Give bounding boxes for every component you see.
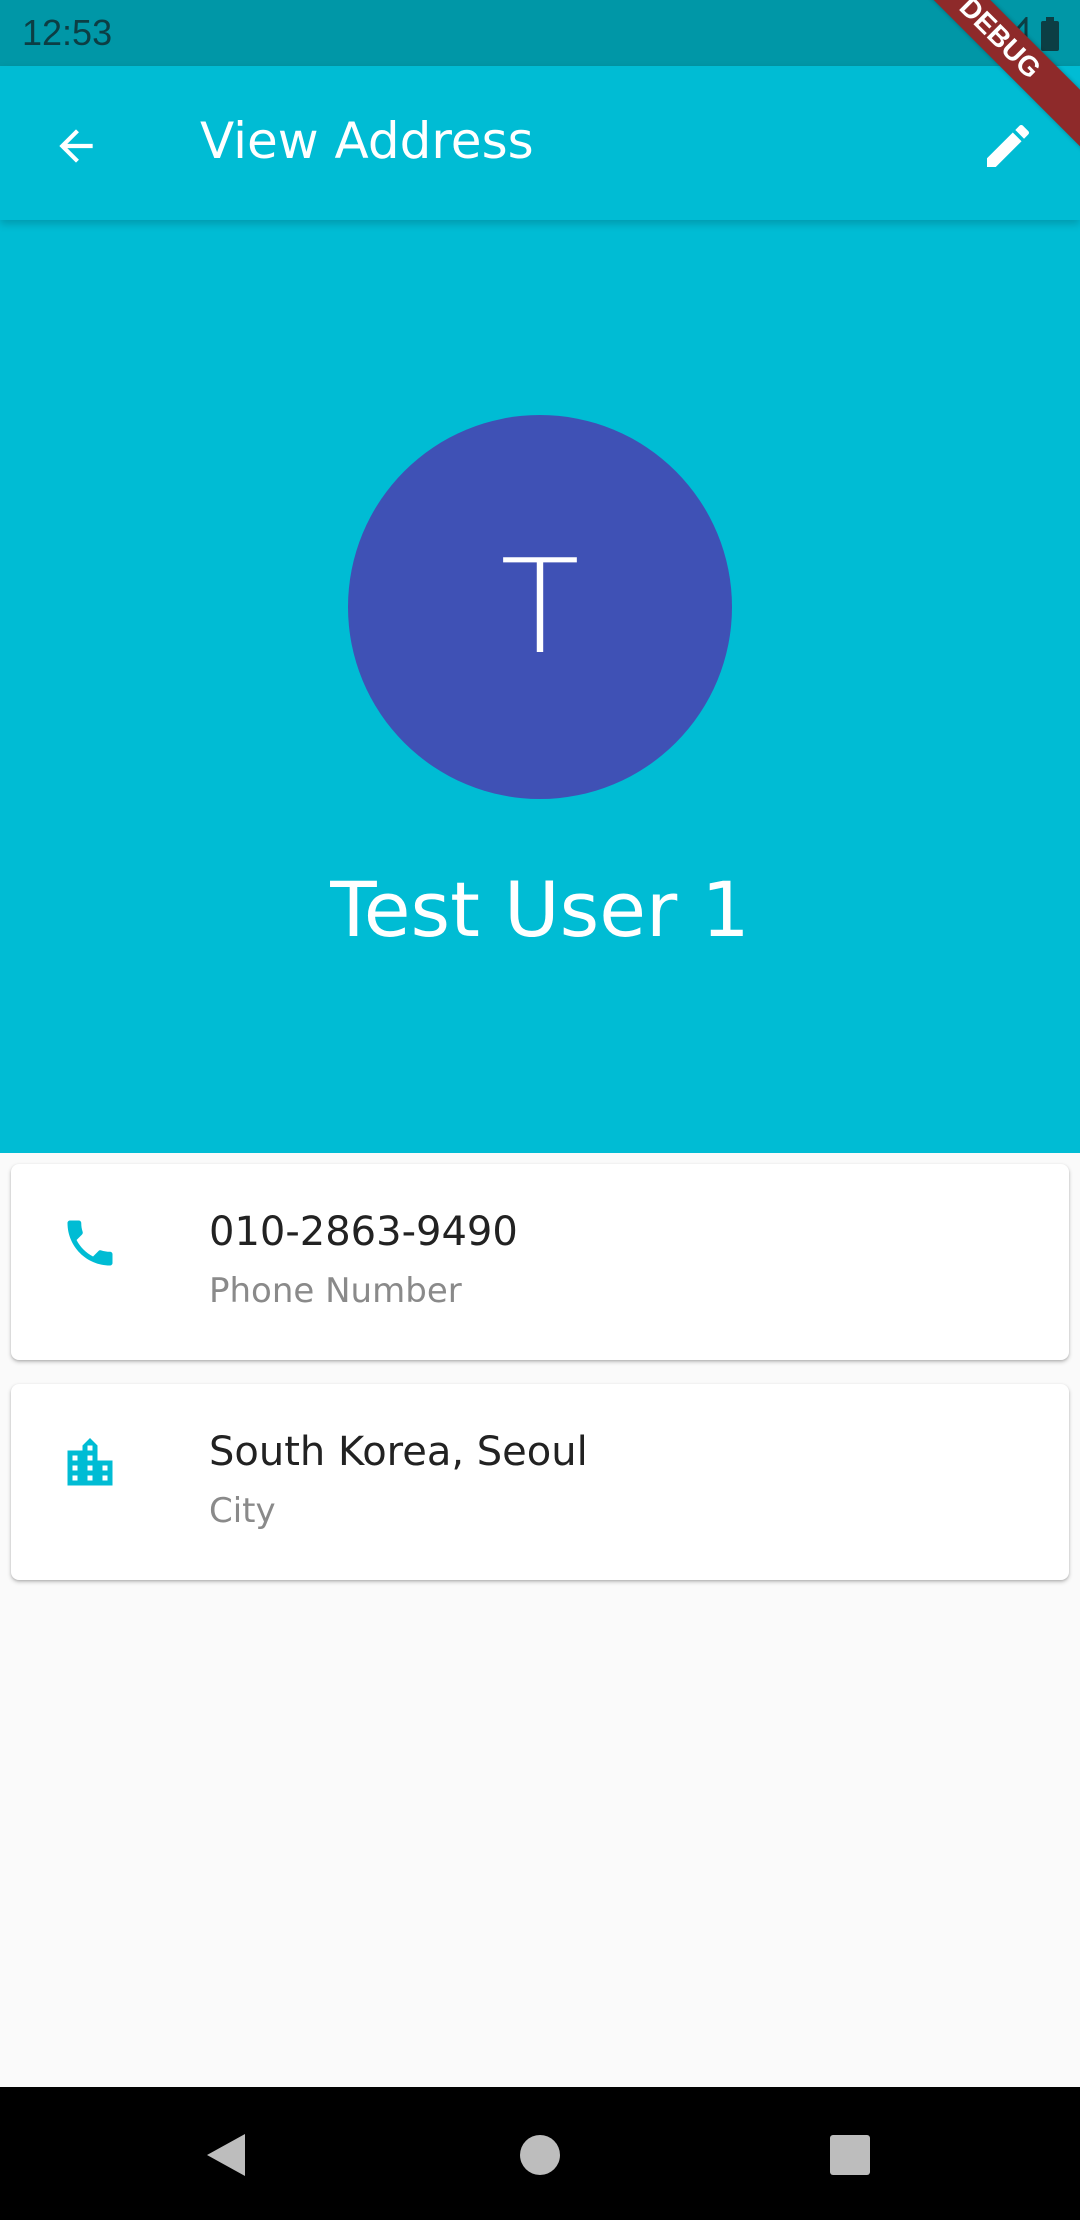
city-value: South Korea, Seoul bbox=[209, 1429, 588, 1475]
system-nav-bar bbox=[0, 2087, 1080, 2220]
nav-home-button[interactable] bbox=[500, 2115, 580, 2195]
triangle-back-icon bbox=[207, 2134, 245, 2176]
edit-button[interactable] bbox=[972, 110, 1044, 182]
status-bar: 12:53 bbox=[0, 0, 1080, 66]
circle-home-icon bbox=[520, 2135, 560, 2175]
nav-recents-button[interactable] bbox=[810, 2115, 890, 2195]
phone-card[interactable]: 010-2863-9490 Phone Number bbox=[11, 1164, 1069, 1360]
avatar: T bbox=[348, 415, 732, 799]
pencil-icon bbox=[987, 124, 1030, 167]
status-time: 12:53 bbox=[22, 12, 113, 53]
city-card[interactable]: South Korea, Seoul City bbox=[11, 1384, 1069, 1580]
nav-back-button[interactable] bbox=[186, 2115, 266, 2195]
battery-icon bbox=[1041, 17, 1059, 51]
contact-name: Test User 1 bbox=[330, 865, 750, 954]
phone-icon bbox=[55, 1208, 125, 1278]
city-label: City bbox=[209, 1491, 276, 1531]
page-title: View Address bbox=[200, 112, 534, 170]
back-button[interactable] bbox=[40, 110, 112, 182]
phone-number-label: Phone Number bbox=[209, 1271, 462, 1311]
arrow-back-icon bbox=[59, 129, 93, 163]
phone-number-value: 010-2863-9490 bbox=[209, 1209, 518, 1255]
profile-header: T Test User 1 bbox=[0, 220, 1080, 1153]
app-bar: View Address bbox=[0, 66, 1080, 220]
square-recents-icon bbox=[830, 2135, 870, 2175]
avatar-initial: T bbox=[500, 531, 580, 683]
city-icon bbox=[55, 1428, 125, 1498]
